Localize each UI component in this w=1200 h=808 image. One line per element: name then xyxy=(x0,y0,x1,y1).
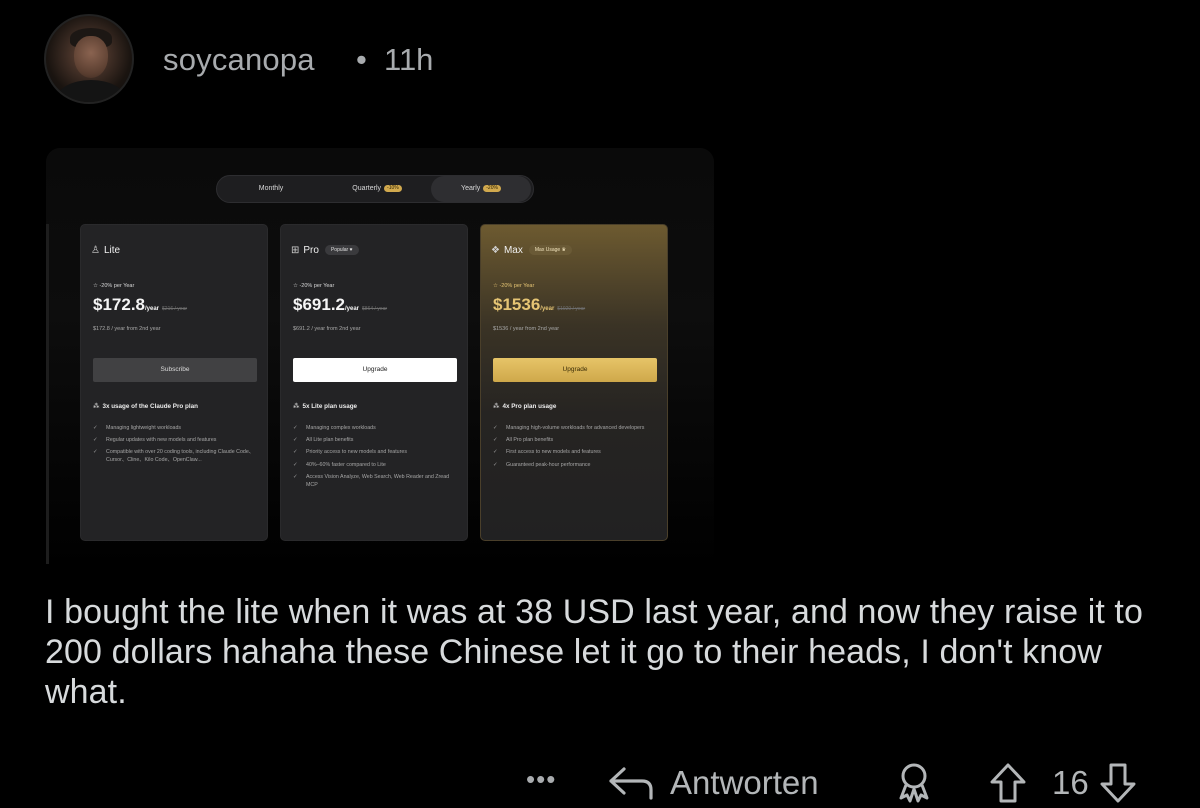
plan-card-max: ❖ Max Max Usage ♛ ☆ -20% per Year $1536/ye… xyxy=(480,224,668,541)
list-item: Guaranteed peak-hour performance xyxy=(493,461,661,469)
list-item: All Pro plan benefits xyxy=(493,436,661,444)
tab-quarterly: Quarterly -10% xyxy=(327,176,427,202)
list-item: Regular updates with new models and feat… xyxy=(93,436,261,444)
list-item: Managing complex workloads xyxy=(293,424,461,432)
sparkle-icon: ⁂ xyxy=(493,403,500,410)
gem-icon: ❖ xyxy=(491,245,500,256)
popular-badge: Popular ♥ xyxy=(324,245,359,255)
comment-text: I bought the lite when it was at 38 USD … xyxy=(45,593,1143,711)
list-item: Access Vision Analyze, Web Search, Web R… xyxy=(293,473,461,489)
reply-button[interactable]: Antworten xyxy=(670,764,819,802)
upgrade-button: Upgrade xyxy=(293,358,457,382)
upvote-arrow-icon[interactable] xyxy=(988,762,1028,804)
discount-pill: -10% xyxy=(384,185,402,192)
downvote-arrow-icon[interactable] xyxy=(1098,762,1138,804)
plan-discount: ☆ -20% per Year xyxy=(493,283,535,289)
username[interactable]: soycanopa xyxy=(163,42,315,78)
vote-score: 16 xyxy=(1052,764,1089,801)
list-item: 40%–60% faster compared to Lite xyxy=(293,461,461,469)
award-icon[interactable] xyxy=(893,760,935,804)
max-usage-badge: Max Usage ♛ xyxy=(528,245,573,255)
feature-list: Managing lightweight workloads Regular u… xyxy=(93,424,261,469)
post-age: 11h xyxy=(384,42,434,77)
tab-monthly: Monthly xyxy=(258,185,284,192)
more-options-button[interactable]: ••• xyxy=(526,764,556,795)
subscribe-button: Subscribe xyxy=(93,358,257,382)
list-item: Managing high-volume workloads for advan… xyxy=(493,424,661,432)
list-item: Compatible with over 20 coding tools, in… xyxy=(93,448,261,464)
tab-yearly: Yearly -20% xyxy=(431,176,531,202)
pricing-screenshot[interactable]: Monthly Quarterly -10% Yearly -20% ♙ Lite ☆… xyxy=(46,148,714,568)
plan-renewal: $691.2 / year from 2nd year xyxy=(293,326,361,332)
plan-price: $172.8/year $216 / year xyxy=(93,295,188,314)
plan-name: Pro xyxy=(303,245,319,256)
plan-price: $691.2/year $864 / year xyxy=(293,295,388,314)
list-item: All Lite plan benefits xyxy=(293,436,461,444)
discount-pill: -20% xyxy=(483,185,501,192)
list-item: Managing lightweight workloads xyxy=(93,424,261,432)
plan-renewal: $172.8 / year from 2nd year xyxy=(93,326,161,332)
grid-icon: ⊞ xyxy=(291,245,300,256)
separator-dot: • xyxy=(356,42,367,77)
plan-discount: ☆ -20% per Year xyxy=(293,283,335,289)
plan-card-lite: ♙ Lite ☆ -20% per Year $172.8/year $216 / … xyxy=(80,224,268,541)
list-item: First access to new models and features xyxy=(493,448,661,456)
plan-price: $1536/year $1920 / year xyxy=(493,295,586,314)
reply-arrow-icon[interactable] xyxy=(606,764,656,800)
user-icon: ♙ xyxy=(91,245,100,256)
feature-title: ⁂ 4x Pro plan usage xyxy=(493,403,557,410)
plan-renewal: $1536 / year from 2nd year xyxy=(493,326,560,332)
list-item: Priority access to new models and featur… xyxy=(293,448,461,456)
billing-toggle: Monthly Quarterly -10% Yearly -20% xyxy=(216,175,534,203)
feature-list: Managing complex workloads All Lite plan… xyxy=(293,424,461,493)
sparkle-icon: ⁂ xyxy=(293,403,300,410)
plan-name: Max xyxy=(503,245,523,256)
plan-discount: ☆ -20% per Year xyxy=(93,283,135,289)
plan-name: Lite xyxy=(103,245,121,256)
feature-title: ⁂ 5x Lite plan usage xyxy=(293,403,358,410)
feature-title: ⁂ 3x usage of the Claude Pro plan xyxy=(93,403,198,410)
plan-card-pro: ⊞ Pro Popular ♥ ☆ -20% per Year $691.2/yea… xyxy=(280,224,468,541)
sparkle-icon: ⁂ xyxy=(93,403,100,410)
feature-list: Managing high-volume workloads for advan… xyxy=(493,424,661,473)
upgrade-button: Upgrade xyxy=(493,358,657,382)
avatar[interactable] xyxy=(44,14,134,104)
